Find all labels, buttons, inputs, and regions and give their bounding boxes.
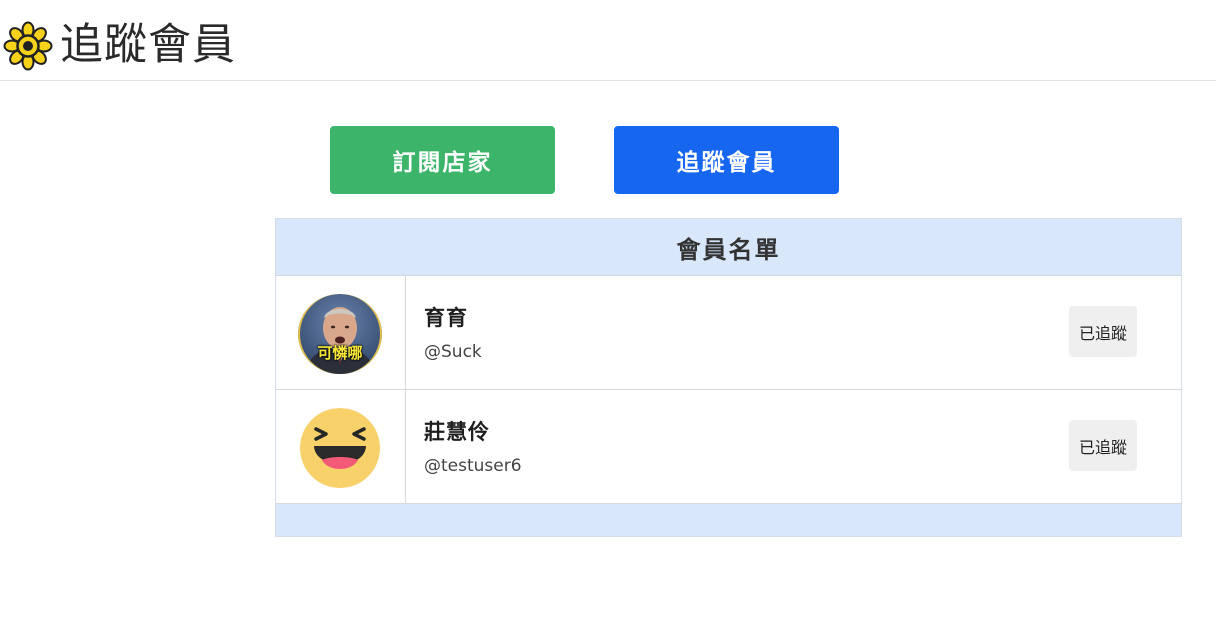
avatar-caption: 可憐哪 [317, 344, 363, 362]
followed-button[interactable]: 已追蹤 [1069, 306, 1137, 357]
subscribe-shops-button[interactable]: 訂閱店家 [330, 126, 555, 194]
member-handle: @Suck [424, 342, 482, 362]
member-list-footer [276, 504, 1181, 536]
followed-button[interactable]: 已追蹤 [1069, 420, 1137, 471]
sun-flower-icon [3, 21, 53, 71]
page-header: 追蹤會員 [0, 0, 1216, 81]
photo-avatar: 可憐哪 [298, 294, 382, 374]
member-list-panel: 會員名單 可憐哪 育育 @Suck 已追蹤 莊慧伶 @testuser6 已追蹤 [275, 218, 1182, 537]
member-name: 育育 [424, 306, 468, 330]
member-name: 莊慧伶 [424, 420, 490, 444]
avatar-cell: 可憐哪 [276, 276, 406, 389]
page-title: 追蹤會員 [60, 20, 236, 70]
member-handle: @testuser6 [424, 456, 522, 476]
member-row: 可憐哪 育育 @Suck 已追蹤 [276, 276, 1181, 390]
follow-members-button[interactable]: 追蹤會員 [614, 126, 839, 194]
avatar-cell [276, 390, 406, 503]
member-list-title: 會員名單 [276, 219, 1181, 276]
laughing-emoji-avatar [298, 408, 382, 488]
member-row: 莊慧伶 @testuser6 已追蹤 [276, 390, 1181, 504]
